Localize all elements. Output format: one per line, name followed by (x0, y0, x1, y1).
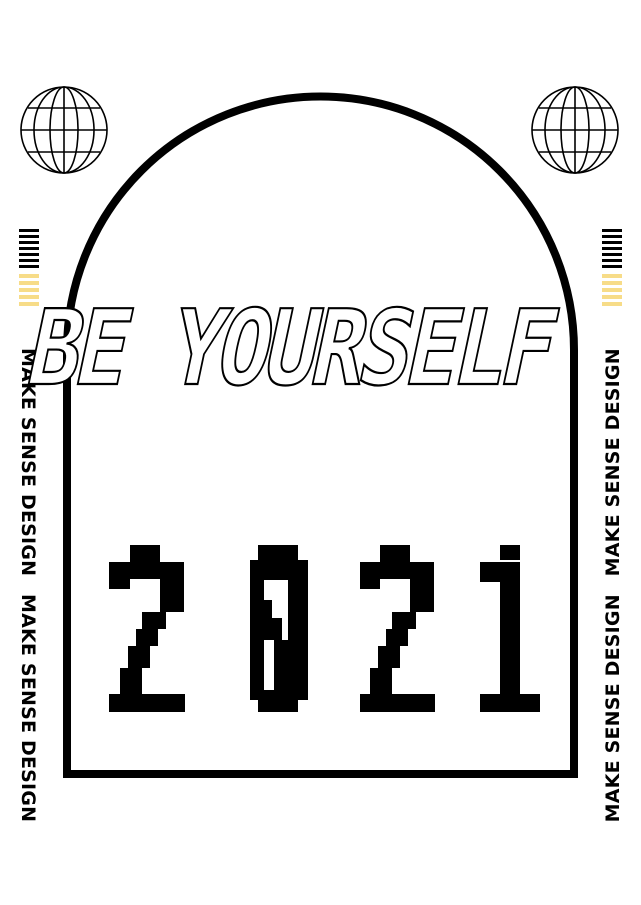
year-2021: 2021 (109, 545, 540, 712)
